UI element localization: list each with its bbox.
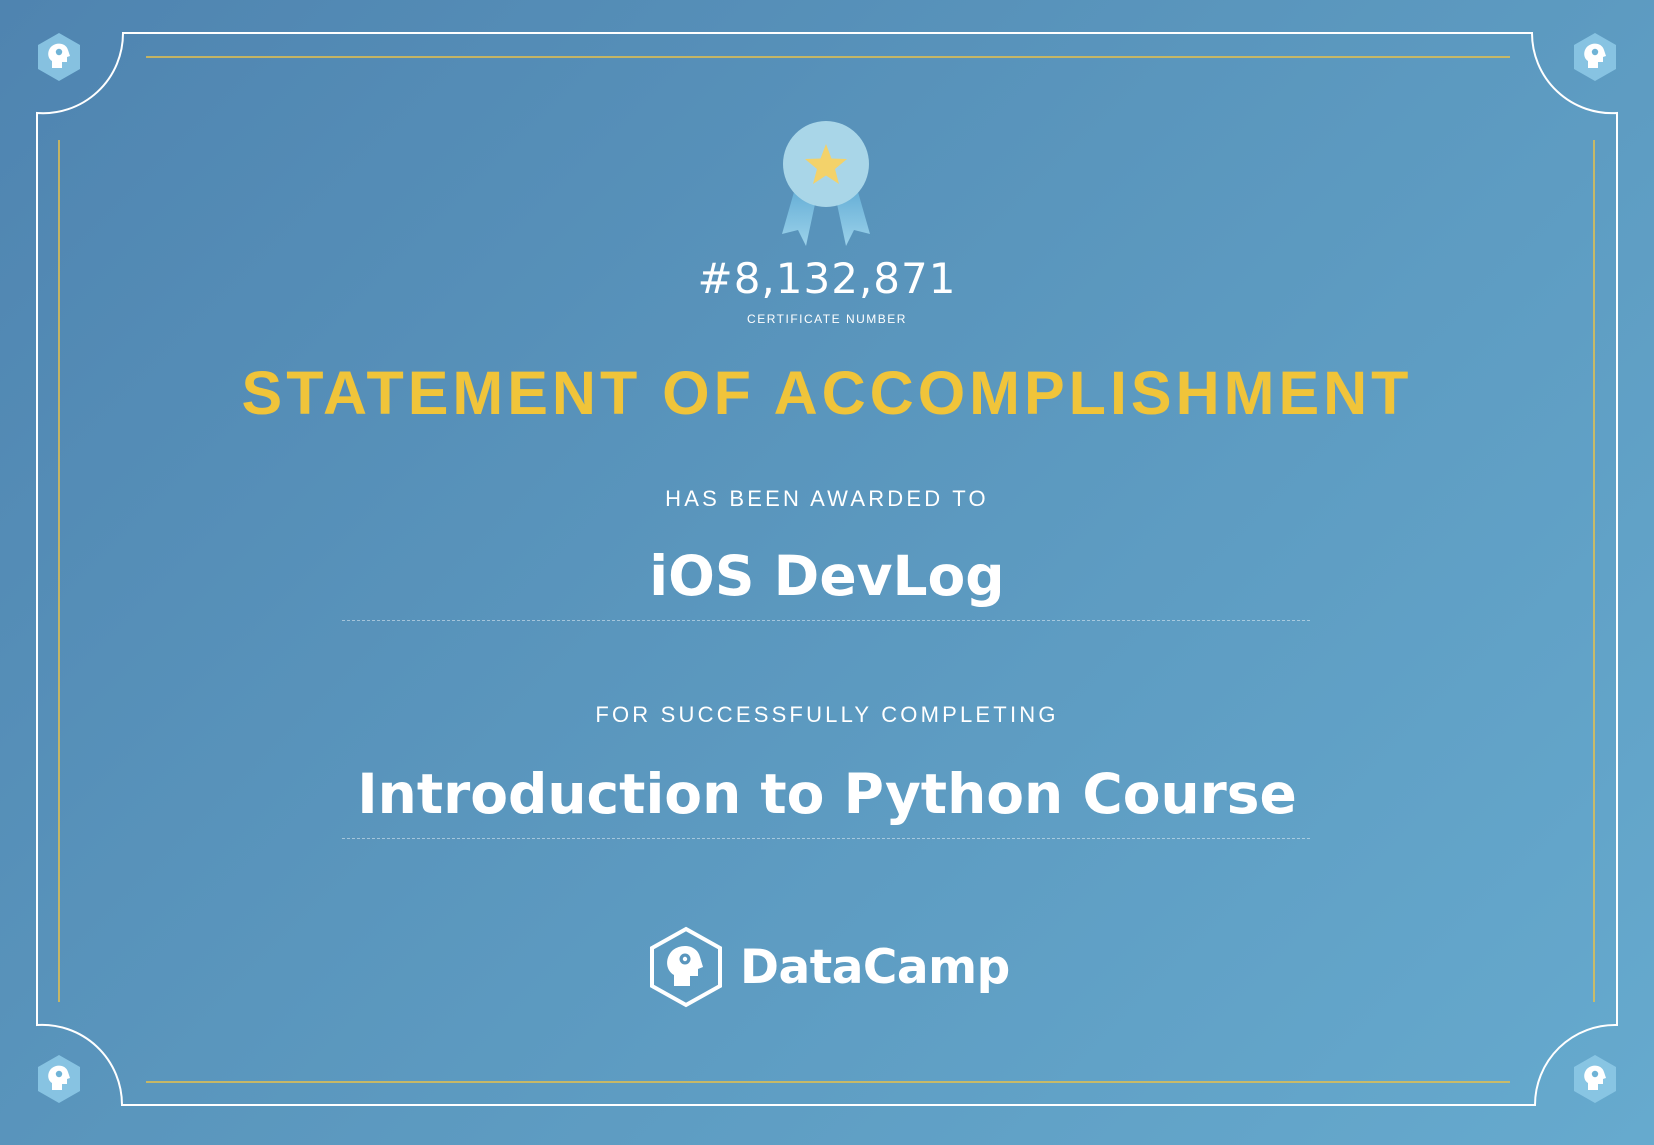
corner-badge-top-right-icon bbox=[1574, 33, 1616, 81]
datacamp-logo: DataCamp bbox=[648, 926, 1010, 1008]
awarded-to-label: HAS BEEN AWARDED TO bbox=[665, 486, 989, 511]
course-name: Introduction to Python Course bbox=[357, 762, 1297, 826]
completing-label: FOR SUCCESSFULLY COMPLETING bbox=[595, 702, 1059, 727]
certificate-number: #8,132,871 bbox=[697, 254, 957, 303]
award-ribbon-star-icon bbox=[782, 121, 870, 246]
datacamp-wordmark: DataCamp bbox=[740, 939, 1010, 995]
datacamp-head-icon bbox=[650, 926, 722, 1008]
certificate: #8,132,871 CERTIFICATE NUMBER STATEMENT … bbox=[0, 0, 1654, 1145]
corner-badge-bottom-left-icon bbox=[38, 1055, 80, 1103]
recipient-name: iOS DevLog bbox=[649, 544, 1005, 608]
recipient-underline bbox=[342, 620, 1310, 621]
course-underline bbox=[342, 838, 1310, 839]
certificate-number-label: CERTIFICATE NUMBER bbox=[747, 312, 907, 326]
corner-badge-bottom-right-icon bbox=[1574, 1055, 1616, 1103]
corner-badge-top-left-icon bbox=[38, 33, 80, 81]
statement-title: STATEMENT OF ACCOMPLISHMENT bbox=[241, 359, 1413, 427]
